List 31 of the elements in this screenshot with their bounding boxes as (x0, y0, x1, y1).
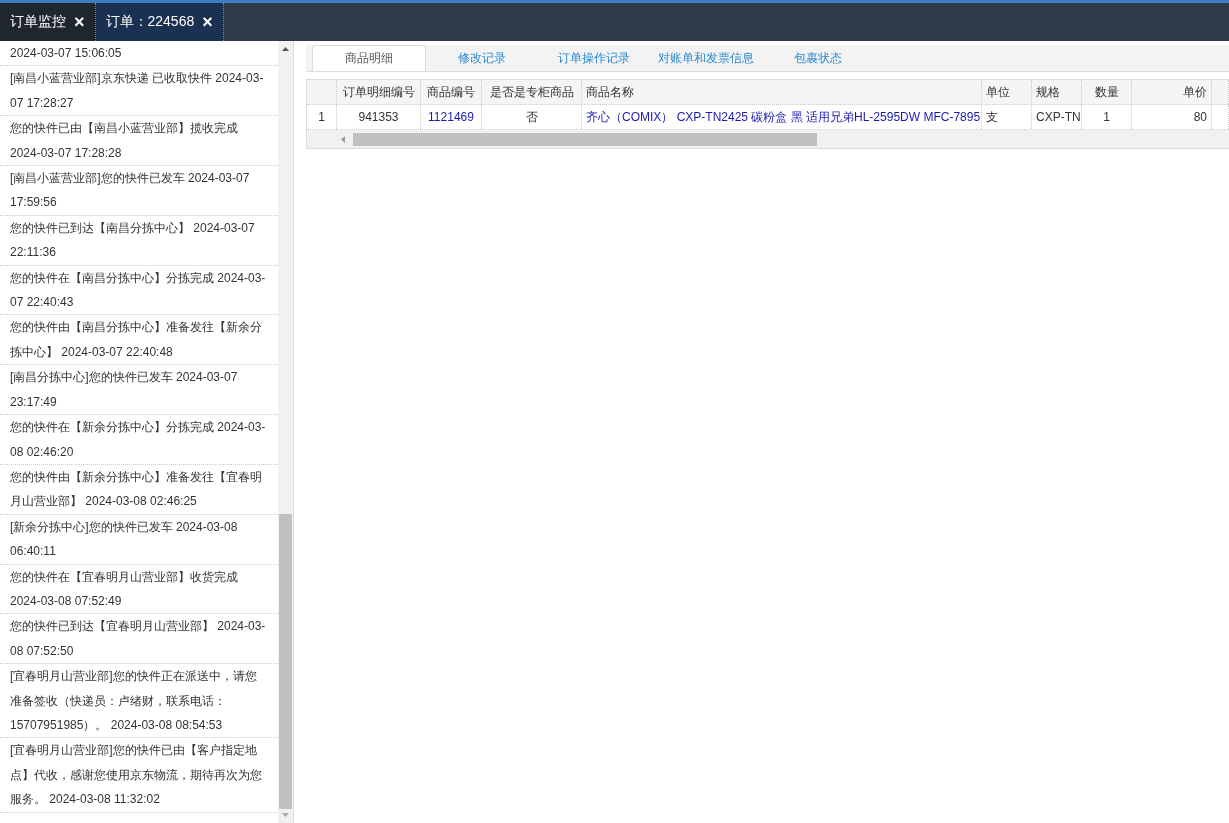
table-link[interactable]: 1121469 (421, 105, 482, 129)
row-number: 1 (307, 105, 337, 129)
vertical-scrollbar[interactable] (278, 41, 293, 823)
detail-tab[interactable]: 订单操作记录 (538, 46, 650, 71)
column-header[interactable]: 规格 (1032, 80, 1082, 104)
column-header[interactable]: 数量 (1082, 80, 1132, 104)
table-cell: CXP-TN (1032, 105, 1082, 129)
table-cell: 支 (982, 105, 1032, 129)
horizontal-scrollbar[interactable] (307, 130, 1229, 148)
detail-tab[interactable]: 修改记录 (426, 46, 538, 71)
detail-tab[interactable]: 商品明细 (312, 45, 426, 71)
scroll-left-icon[interactable] (341, 135, 345, 143)
table-cell: 否 (482, 105, 582, 129)
table-cell: 941353 (337, 105, 421, 129)
column-header[interactable]: 商品名称 (582, 80, 982, 104)
column-header[interactable]: 商品编号 (421, 80, 482, 104)
page-tab[interactable]: 订单：224568 × (95, 3, 224, 41)
column-header[interactable]: 是否是专柜商品 (482, 80, 582, 104)
table-link[interactable]: 齐心（COMIX） CXP-TN2425 碳粉盒 黑 适用兄弟HL-2595DW MFC-7895 (582, 105, 982, 129)
scroll-down-icon[interactable] (282, 813, 289, 817)
column-header[interactable]: 单价 (1132, 80, 1212, 104)
close-icon[interactable]: × (202, 11, 213, 33)
table-cell: 80 (1132, 105, 1212, 129)
close-icon[interactable]: × (74, 11, 85, 33)
page-tab[interactable]: 订单监控 × (0, 3, 96, 41)
detail-tab[interactable]: 对账单和发票信息 (650, 46, 762, 71)
scroll-up-icon[interactable] (282, 47, 289, 51)
column-header[interactable]: 单位 (982, 80, 1032, 104)
detail-tab[interactable]: 包裹状态 (762, 46, 874, 71)
column-header[interactable]: 订单明细编号 (337, 80, 421, 104)
table-cell: 1 (1082, 105, 1132, 129)
